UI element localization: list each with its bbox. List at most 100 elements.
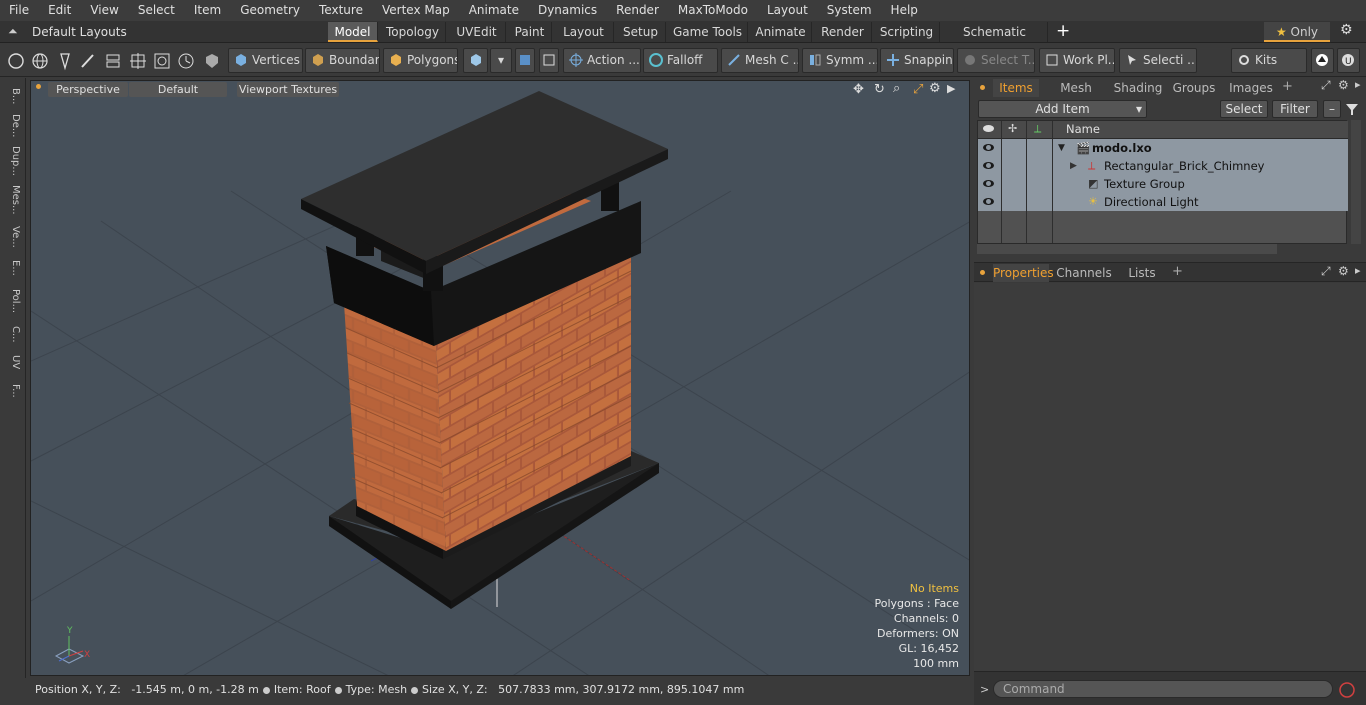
- tab-channels[interactable]: Channels: [1056, 264, 1112, 282]
- symmetry-mode-a[interactable]: [515, 48, 535, 73]
- viewport-textures-button[interactable]: Viewport Textures: [237, 82, 339, 97]
- tab-model[interactable]: Model: [328, 22, 378, 42]
- panel-menu-icon[interactable]: ▸: [1355, 264, 1361, 277]
- menu-texture[interactable]: Texture: [310, 0, 373, 21]
- gear-icon[interactable]: ⚙: [1340, 22, 1353, 38]
- add-tab-icon[interactable]: +: [1172, 264, 1183, 279]
- vtab-edge[interactable]: E...: [3, 256, 21, 280]
- add-item-button[interactable]: Add Item ▾: [978, 100, 1147, 118]
- falloff-button[interactable]: Falloff: [643, 48, 718, 73]
- vtab-basic[interactable]: B...: [3, 84, 21, 108]
- tab-items[interactable]: Items: [993, 79, 1039, 97]
- panel-menu-icon[interactable]: ▸: [1355, 78, 1361, 91]
- expand-triangle-icon[interactable]: ▼: [1058, 139, 1065, 157]
- mode-dropdown[interactable]: ▾: [490, 48, 512, 73]
- boundary-button[interactable]: Boundary: [305, 48, 380, 73]
- brush-icon[interactable]: [78, 51, 98, 71]
- symmetry-mode-b[interactable]: [539, 48, 559, 73]
- item-row-texture-group[interactable]: ◩ Texture Group: [978, 175, 1348, 193]
- add-tab-icon[interactable]: +: [1282, 79, 1293, 94]
- items-scrollbar[interactable]: [1351, 120, 1361, 244]
- only-toggle[interactable]: ★ Only: [1264, 22, 1330, 42]
- item-row-directional-light[interactable]: ☀ Directional Light: [978, 193, 1348, 211]
- menu-vertex-map[interactable]: Vertex Map: [373, 0, 460, 21]
- vtab-fusion[interactable]: F...: [3, 378, 21, 404]
- expand-triangle-icon[interactable]: ▶: [1070, 157, 1077, 175]
- select-through-button[interactable]: Select T...: [957, 48, 1035, 73]
- add-tab-icon[interactable]: +: [1056, 21, 1070, 41]
- tab-groups[interactable]: Groups: [1170, 79, 1218, 97]
- funnel-icon[interactable]: [1344, 101, 1360, 117]
- tab-lists[interactable]: Lists: [1122, 264, 1162, 282]
- symmetry-button[interactable]: Symm ...: [802, 48, 878, 73]
- clock-icon[interactable]: [176, 51, 196, 71]
- tab-properties[interactable]: Properties: [993, 264, 1054, 282]
- vertices-button[interactable]: Vertices: [228, 48, 303, 73]
- unity-button[interactable]: [1311, 48, 1334, 73]
- default-layouts-dropdown[interactable]: Default Layouts ▾: [32, 23, 132, 57]
- menu-layout[interactable]: Layout: [758, 0, 818, 21]
- properties-panel-dot[interactable]: [980, 270, 985, 275]
- item-mode-button[interactable]: [463, 48, 488, 73]
- panel-gear-icon[interactable]: ⚙: [1338, 78, 1349, 92]
- viewport-menu-dot[interactable]: [36, 84, 41, 89]
- items-panel-dot[interactable]: [980, 85, 985, 90]
- menu-help[interactable]: Help: [882, 0, 928, 21]
- menu-view[interactable]: View: [81, 0, 128, 21]
- maximize-icon[interactable]: ⤢: [913, 82, 923, 97]
- collapse-icon[interactable]: ⏶: [8, 24, 18, 39]
- vtab-vertex[interactable]: Ve...: [3, 222, 21, 252]
- tab-schematic-fusion[interactable]: Schematic Fusion: [942, 22, 1048, 59]
- menu-geometry[interactable]: Geometry: [231, 0, 310, 21]
- shading-default-button[interactable]: Default: [129, 82, 227, 97]
- viewport-gear-icon[interactable]: ⚙: [929, 81, 941, 96]
- chimney-model[interactable]: [301, 91, 668, 609]
- pan-icon[interactable]: ✥: [853, 82, 864, 97]
- item-row-modo-lxo[interactable]: ▼ 🎬 modo.lxo: [978, 139, 1348, 157]
- grid-snap-icon[interactable]: [128, 51, 148, 71]
- tab-scripting[interactable]: Scripting: [874, 22, 940, 42]
- menu-animate[interactable]: Animate: [460, 0, 529, 21]
- vtab-deform[interactable]: De...: [3, 112, 21, 140]
- viewport-expand-icon[interactable]: ▶: [947, 82, 955, 95]
- align-icon[interactable]: [103, 51, 123, 71]
- perspective-button[interactable]: Perspective: [48, 82, 128, 97]
- tab-shading[interactable]: Shading: [1112, 79, 1164, 97]
- tab-render[interactable]: Render: [814, 22, 872, 42]
- vtab-polygon[interactable]: Pol...: [3, 284, 21, 318]
- mesh-constraints-button[interactable]: Mesh C ...: [721, 48, 799, 73]
- tab-mesh-ops[interactable]: Mesh Ops: [1047, 79, 1105, 113]
- filter-button[interactable]: Filter: [1272, 100, 1318, 118]
- menu-maxtomodo[interactable]: MaxToModo: [669, 0, 758, 21]
- 3d-viewport[interactable]: Y X Perspective Default Viewport Texture…: [30, 80, 970, 676]
- vtab-uv[interactable]: UV: [3, 350, 21, 374]
- expand-icon[interactable]: ⤢: [1321, 78, 1331, 93]
- menu-system[interactable]: System: [818, 0, 882, 21]
- shield-icon[interactable]: [202, 51, 222, 71]
- menu-select[interactable]: Select: [129, 0, 185, 21]
- visibility-eye-icon[interactable]: [983, 180, 994, 187]
- snapping-button[interactable]: Snapping: [880, 48, 954, 73]
- tab-game-tools[interactable]: Game Tools: [668, 22, 748, 42]
- items-hscrollbar[interactable]: [977, 244, 1277, 254]
- menu-render[interactable]: Render: [607, 0, 669, 21]
- kits-button[interactable]: Kits: [1231, 48, 1307, 73]
- tab-uvedit[interactable]: UVEdit: [448, 22, 506, 42]
- vtab-duplicate[interactable]: Dup...: [3, 144, 21, 178]
- frame-icon[interactable]: [152, 51, 172, 71]
- command-input[interactable]: Command: [993, 680, 1333, 698]
- expand-icon[interactable]: ⤢: [1321, 264, 1331, 279]
- unreal-button[interactable]: U: [1337, 48, 1360, 73]
- menu-dynamics[interactable]: Dynamics: [529, 0, 607, 21]
- tab-topology[interactable]: Topology: [380, 22, 446, 42]
- pen-icon[interactable]: [55, 51, 75, 71]
- tab-images[interactable]: Images: [1226, 79, 1276, 97]
- work-plane-button[interactable]: Work Pl...: [1039, 48, 1115, 73]
- zoom-icon[interactable]: ⌕: [893, 81, 900, 96]
- viewport-scene[interactable]: Y X: [31, 81, 970, 676]
- panel-gear-icon[interactable]: ⚙: [1338, 264, 1349, 278]
- select-button[interactable]: Select: [1220, 100, 1268, 118]
- menu-edit[interactable]: Edit: [39, 0, 81, 21]
- vtab-mesh-edit[interactable]: Mes...: [3, 182, 21, 218]
- visibility-eye-icon[interactable]: [983, 162, 994, 169]
